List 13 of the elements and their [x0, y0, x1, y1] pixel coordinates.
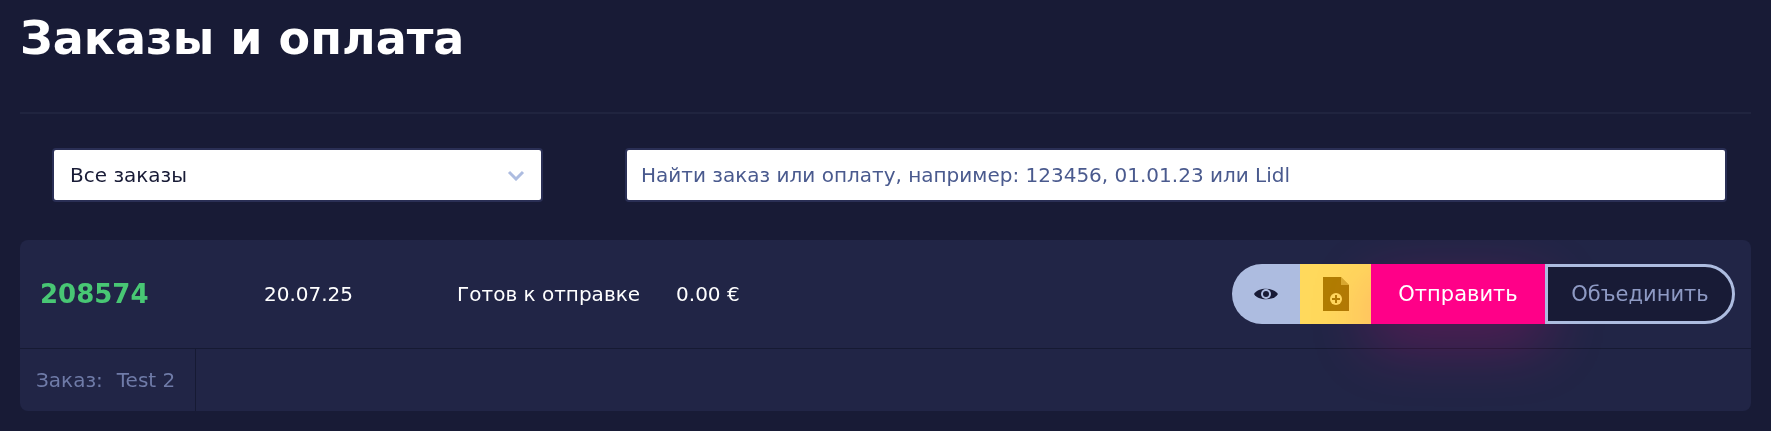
view-button[interactable] — [1232, 264, 1300, 324]
order-date: 20.07.25 — [264, 282, 354, 306]
order-detail: Заказ: Test 2 — [20, 349, 197, 411]
order-status: Готов к отправке — [457, 282, 641, 306]
send-button[interactable]: Отправить — [1371, 264, 1545, 324]
order-filter-dropdown[interactable]: Все заказы — [52, 148, 543, 202]
merge-button[interactable]: Объединить — [1545, 264, 1735, 324]
chevron-down-icon — [507, 169, 525, 181]
order-number[interactable]: 208574 — [40, 279, 264, 309]
search-field[interactable]: Найти заказ или оплату, например: 123456, 01.01.23 или Lidl — [625, 148, 1727, 202]
page-title: Заказы и оплата — [20, 10, 465, 67]
order-amount: 0.00 € — [676, 282, 740, 306]
document-add-icon — [1322, 277, 1349, 311]
